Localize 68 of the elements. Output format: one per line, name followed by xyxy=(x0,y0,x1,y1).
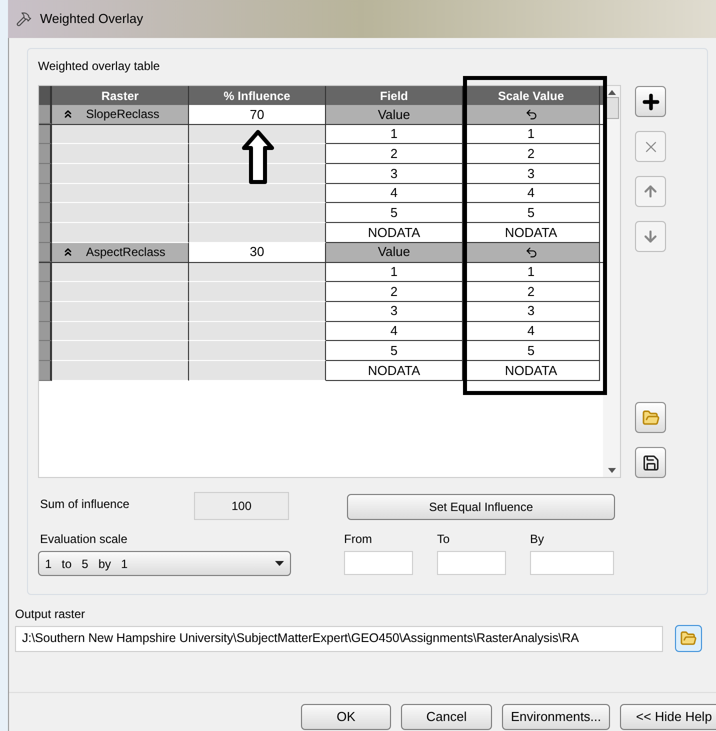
scroll-down-icon[interactable] xyxy=(608,468,616,473)
table-cell: 5 xyxy=(326,203,463,224)
row-handle[interactable] xyxy=(39,164,52,184)
sum-label: Sum of influence xyxy=(39,496,130,513)
evaluation-scale-dropdown[interactable]: 1 to 5 by 1 xyxy=(38,551,291,576)
range-label: To xyxy=(437,531,451,548)
table-cell: 4 xyxy=(326,322,463,342)
add-button[interactable] xyxy=(635,86,666,117)
dropdown-caret-icon xyxy=(275,561,284,566)
browse-button[interactable] xyxy=(675,625,702,652)
set-equal-influence-button[interactable]: Set Equal Influence xyxy=(347,494,615,520)
row-handle[interactable] xyxy=(39,105,52,124)
table-cell: NODATA xyxy=(326,360,463,381)
arrow-annotation xyxy=(242,130,274,184)
range-input[interactable] xyxy=(344,551,413,575)
remove-button[interactable] xyxy=(635,131,666,162)
hammer-icon xyxy=(16,11,32,27)
table-cell: 3 xyxy=(326,164,463,184)
raster-name: AspectReclass xyxy=(86,244,166,262)
dialog-button[interactable]: Environments... xyxy=(502,704,610,730)
collapse-icon[interactable] xyxy=(62,108,74,120)
dialog-button[interactable]: Cancel xyxy=(401,704,492,730)
row-handle[interactable] xyxy=(39,282,52,302)
table-cell: 1 xyxy=(326,124,463,144)
table-cell: NODATA xyxy=(326,223,463,243)
row-handle[interactable] xyxy=(39,341,52,361)
dialog-button[interactable]: OK xyxy=(301,704,391,730)
range-input[interactable] xyxy=(437,551,506,575)
scroll-up-icon[interactable] xyxy=(608,90,616,95)
open-button[interactable] xyxy=(635,402,666,433)
range-label: From xyxy=(344,531,373,548)
range-label: By xyxy=(530,531,546,548)
table-label: Weighted overlay table xyxy=(38,58,161,75)
table-cell: 2 xyxy=(326,282,463,302)
folder-icon xyxy=(642,408,660,426)
table-cell: 3 xyxy=(326,302,463,322)
sum-field: 100 xyxy=(194,492,289,520)
row-handle[interactable] xyxy=(39,242,52,262)
undo-icon[interactable] xyxy=(524,246,538,259)
row-handle[interactable] xyxy=(39,223,52,243)
save-button[interactable] xyxy=(635,447,666,478)
table-cell: 1 xyxy=(326,262,463,282)
row-handle[interactable] xyxy=(39,124,52,144)
row-handle[interactable] xyxy=(39,184,52,204)
row-handle[interactable] xyxy=(39,322,52,342)
table-cell: 4 xyxy=(326,184,463,204)
table-cell: 5 xyxy=(326,341,463,361)
table-cell: 2 xyxy=(326,144,463,164)
field-header-cell: Value xyxy=(326,105,463,124)
window-title: Weighted Overlay xyxy=(40,10,144,28)
output-raster-label: Output raster xyxy=(15,606,86,623)
move-down-button[interactable] xyxy=(635,221,666,252)
output-raster-field[interactable]: J:\Southern New Hampshire University\SubjectMatterExpert\GEO450\Assignments\RasterAnalysis\RA xyxy=(15,626,663,652)
row-handle[interactable] xyxy=(39,144,52,164)
corner-header-cell xyxy=(39,86,52,105)
evaluation-scale-label: Evaluation scale xyxy=(39,531,128,548)
collapse-icon[interactable] xyxy=(62,246,74,258)
dialog-button[interactable]: << Hide Help xyxy=(620,704,716,730)
row-handle[interactable] xyxy=(39,203,52,224)
row-handle[interactable] xyxy=(39,360,52,381)
row-handle[interactable] xyxy=(39,302,52,322)
folder-icon xyxy=(680,630,697,647)
field-header-cell: Value xyxy=(326,242,463,262)
move-up-button[interactable] xyxy=(635,176,666,207)
undo-icon[interactable] xyxy=(524,108,538,121)
row-handle[interactable] xyxy=(39,262,52,282)
raster-name: SlopeReclass xyxy=(86,106,160,124)
range-input[interactable] xyxy=(530,551,614,575)
